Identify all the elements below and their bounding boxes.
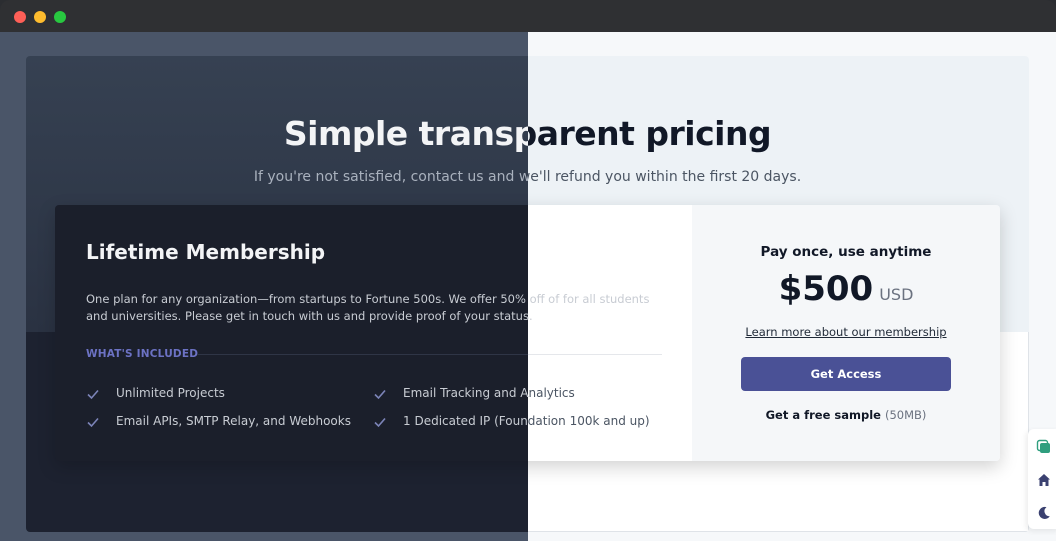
included-divider xyxy=(197,354,528,355)
feature-label-dark: Email Tracking and Analytics xyxy=(403,386,528,402)
moon-icon[interactable] xyxy=(1036,505,1052,521)
feature-label: Email APIs, SMTP Relay, and Webhooks xyxy=(116,414,351,428)
page-subtitle-dark: If you're not satisfied, contact us and … xyxy=(26,169,528,185)
pricing-card: Lifetime Membership One plan for any org… xyxy=(55,205,1000,461)
price-currency: USD xyxy=(879,285,914,304)
price-amount: $500 xyxy=(778,269,874,309)
feature-label: Email Tracking and Analytics xyxy=(528,386,575,400)
page-title-text: Simple transparent pricing xyxy=(528,114,772,153)
feature-label-light: Email Tracking and Analytics xyxy=(528,386,728,402)
feature-label: 1 Dedicated IP (Foundation 100k and up) xyxy=(403,414,528,428)
page-title-dark: Simple transparent pricing xyxy=(26,114,528,153)
price: $500 USD xyxy=(692,269,1000,309)
page-title-text: Simple transparent pricing xyxy=(283,114,528,153)
plan-title: Lifetime Membership xyxy=(86,240,326,264)
learn-more-link[interactable]: Learn more about our membership xyxy=(692,325,1000,339)
included-label: WHAT'S INCLUDED xyxy=(86,348,199,360)
window-close-button[interactable] xyxy=(14,11,26,23)
check-icon xyxy=(87,389,99,400)
check-icon xyxy=(374,389,386,400)
page-title-light: Simple transparent pricing xyxy=(528,114,1029,153)
home-icon[interactable] xyxy=(1036,472,1052,488)
pay-once-label: Pay once, use anytime xyxy=(760,244,932,260)
page-subtitle-light: If you're not satisfied, contact us and … xyxy=(528,169,1029,185)
feature-label: Email Tracking and Analytics xyxy=(403,386,528,400)
check-icon xyxy=(87,417,99,428)
window-minimize-button[interactable] xyxy=(34,11,46,23)
side-toolbar xyxy=(1028,429,1056,529)
page-subtitle-text: If you're not satisfied, contact us and … xyxy=(253,169,528,185)
plan-description: One plan for any organization—from start… xyxy=(86,292,650,323)
page-viewport: Simple transparent pricing Simple transp… xyxy=(0,32,1056,541)
copy-icon[interactable] xyxy=(1036,439,1052,455)
feature-label: 1 Dedicated IP (Foundation 100k and up) xyxy=(528,414,650,428)
included-divider xyxy=(528,354,662,355)
free-sample[interactable]: Get a free sample (50MB) xyxy=(692,408,1000,422)
feature-label: Unlimited Projects xyxy=(116,386,225,400)
window-maximize-button[interactable] xyxy=(54,11,66,23)
check-icon xyxy=(374,417,386,428)
page-subtitle-text: If you're not satisfied, contact us and … xyxy=(528,169,802,185)
window-titlebar xyxy=(0,0,1056,32)
free-sample-size: (50MB) xyxy=(884,408,927,422)
feature-label-dark: 1 Dedicated IP (Foundation 100k and up) xyxy=(403,414,528,430)
free-sample-label[interactable]: Get a free sample xyxy=(766,408,881,422)
get-access-button[interactable]: Get Access xyxy=(741,357,951,391)
